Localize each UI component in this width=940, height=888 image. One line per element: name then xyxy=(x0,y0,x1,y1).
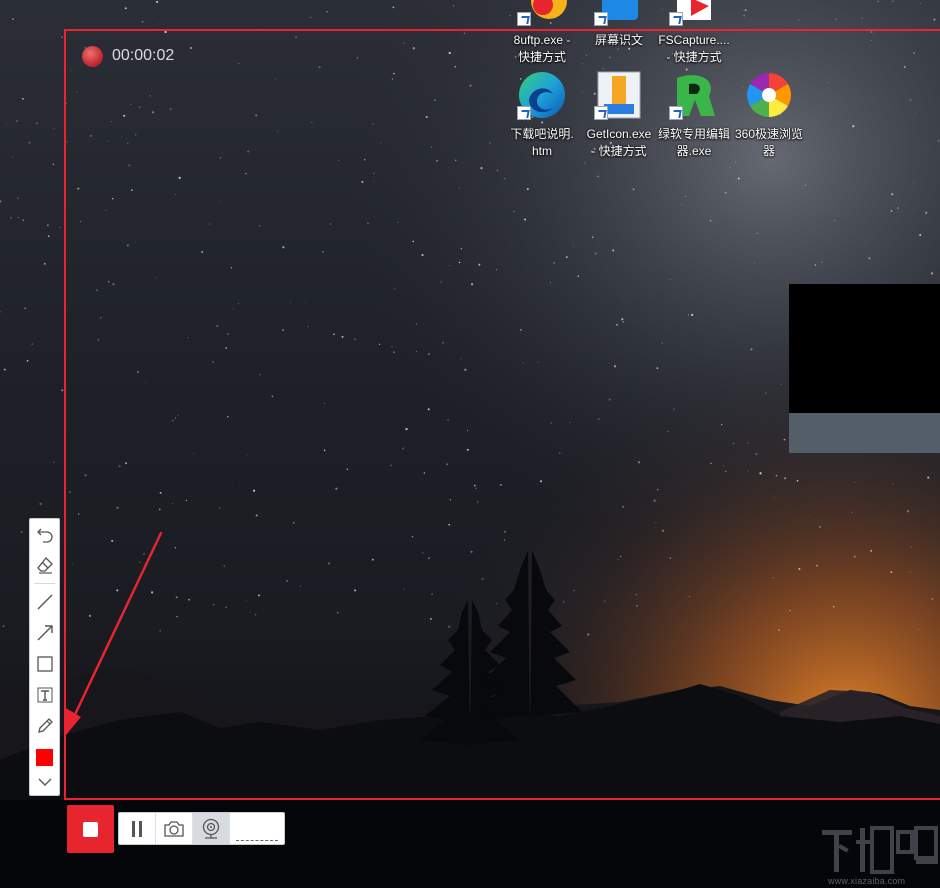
pencil-tool-button[interactable] xyxy=(30,713,59,739)
watermark-url: www.xiazaiba.com xyxy=(828,876,906,886)
annotation-toolbar xyxy=(29,518,60,796)
recording-controls xyxy=(118,812,285,845)
elapsed-time: 00:00:02 xyxy=(112,47,175,64)
eraser-button[interactable] xyxy=(30,552,59,578)
stop-icon xyxy=(83,821,98,837)
line-icon xyxy=(37,594,52,610)
recording-timer: 00:00:02 xyxy=(82,45,174,67)
line-tool-button[interactable] xyxy=(30,589,59,615)
shortcut-arrow-icon xyxy=(594,12,608,26)
eraser-icon xyxy=(36,557,53,574)
camera-icon xyxy=(164,820,184,837)
pencil-icon xyxy=(37,718,53,733)
fscapture-icon xyxy=(669,0,719,26)
arrow-tool-button[interactable] xyxy=(30,620,59,646)
watermark-logo xyxy=(822,826,938,874)
text-tool-button[interactable] xyxy=(30,682,59,708)
pause-icon xyxy=(132,820,142,837)
recording-indicator-icon xyxy=(82,45,103,67)
collapse-toolbar-button[interactable] xyxy=(30,769,59,795)
controls-extra-area xyxy=(230,813,284,844)
screenshot-button[interactable] xyxy=(156,813,193,844)
recording-area-frame xyxy=(64,29,940,800)
ftp-app-icon xyxy=(517,0,567,26)
text-icon xyxy=(37,687,52,703)
pause-button[interactable] xyxy=(119,813,156,844)
shortcut-arrow-icon xyxy=(517,12,531,26)
webcam-icon xyxy=(202,818,220,839)
chevron-down-icon xyxy=(38,778,51,786)
screen-ocr-icon xyxy=(594,0,644,26)
webcam-button[interactable] xyxy=(193,813,230,844)
arrow-icon xyxy=(37,625,53,641)
rectangle-tool-button[interactable] xyxy=(30,651,59,677)
toolbar-divider xyxy=(34,583,55,584)
shortcut-arrow-icon xyxy=(669,12,683,26)
color-picker-button[interactable] xyxy=(30,744,59,770)
undo-button[interactable] xyxy=(30,521,59,547)
undo-icon xyxy=(36,528,53,543)
rectangle-icon xyxy=(36,656,53,672)
stop-recording-button[interactable] xyxy=(67,805,114,853)
color-swatch xyxy=(36,748,53,766)
